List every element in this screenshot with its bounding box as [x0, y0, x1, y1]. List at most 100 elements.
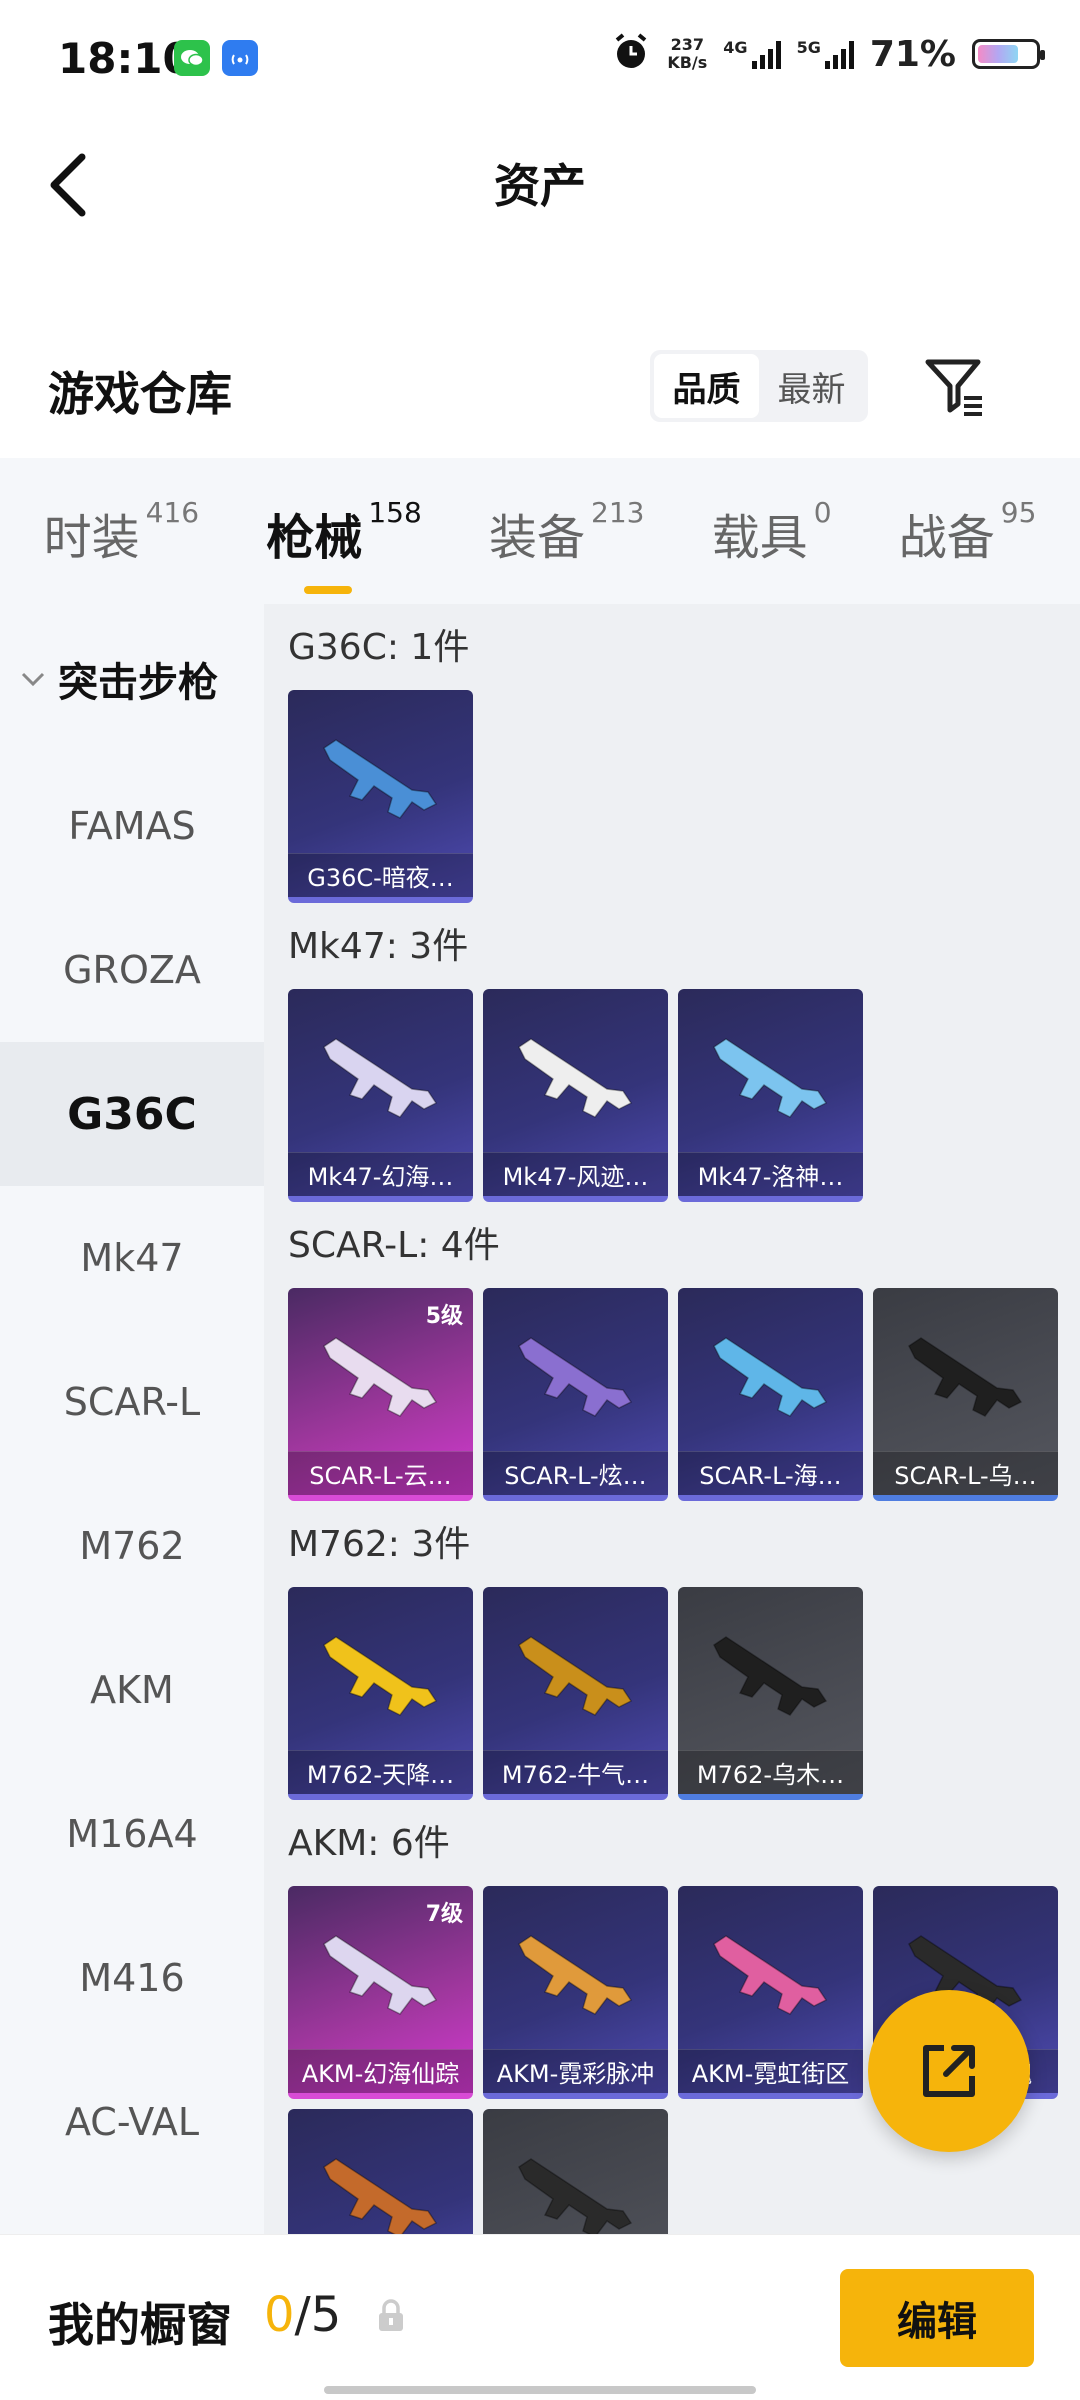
weapon-name: AKM-幻海仙踪 [288, 2049, 473, 2093]
tab-fashion[interactable]: 时装 416 [44, 494, 199, 568]
showcase-count: 0/5 [264, 2287, 342, 2343]
filter-button[interactable] [920, 352, 990, 422]
sidebar-item-g36c[interactable]: G36C [0, 1042, 264, 1186]
weapon-card[interactable] [483, 2109, 668, 2234]
tab-vehicles[interactable]: 载具 0 [712, 494, 832, 568]
rifle-icon [518, 1337, 633, 1417]
item-row: G36C-暗夜… [288, 690, 1080, 903]
weapon-card[interactable]: G36C-暗夜… [288, 690, 473, 903]
sort-quality[interactable]: 品质 [654, 354, 759, 418]
sidebar-item-scar-l[interactable]: SCAR-L [0, 1330, 264, 1474]
rifle-icon [713, 1038, 828, 1118]
weapon-card[interactable]: SCAR-L-炫… [483, 1288, 668, 1501]
item-row: Mk47-幻海… Mk47-风迹… Mk47-洛神… [288, 989, 1080, 1202]
wechat-icon [174, 40, 210, 76]
rifle-icon [518, 1636, 633, 1716]
weapon-card[interactable]: AKM-霓彩脉冲 [483, 1886, 668, 2099]
sidebar-item-groza[interactable]: GROZA [0, 898, 264, 1042]
showcase-label: 我的橱窗 [48, 2298, 232, 2352]
weapon-card[interactable]: SCAR-L-海… [678, 1288, 863, 1501]
filter-icon [925, 359, 982, 416]
hotspot-icon [222, 40, 258, 76]
rifle-icon [713, 1935, 828, 2015]
weapon-name: SCAR-L-炫… [483, 1451, 668, 1495]
weapon-name: Mk47-洛神… [678, 1152, 863, 1196]
rifle-icon [518, 1935, 633, 2015]
rifle-icon [323, 2158, 438, 2234]
weapon-name: M762-天降… [288, 1750, 473, 1794]
weapon-name: Mk47-幻海… [288, 1152, 473, 1196]
tab-underline [304, 586, 353, 594]
signal-icon: 4G [723, 39, 781, 69]
share-icon [923, 2045, 975, 2097]
edit-button[interactable]: 编辑 [840, 2269, 1034, 2367]
weapon-name: SCAR-L-云… [288, 1451, 473, 1495]
sidebar-item-m762[interactable]: M762 [0, 1474, 264, 1618]
weapon-card[interactable]: Mk47-洛神… [678, 989, 863, 1202]
sidebar-item-mk47[interactable]: Mk47 [0, 1186, 264, 1330]
tab-guns[interactable]: 枪械 158 [266, 494, 422, 594]
status-time: 18:10 [58, 34, 192, 83]
weapon-card[interactable]: AKM-霓虹街区 [678, 1886, 863, 2099]
warehouse-title: 游戏仓库 [48, 367, 232, 421]
rifle-icon [323, 1337, 438, 1417]
sidebar-item-ac-val[interactable]: AC-VAL [0, 2050, 264, 2194]
page-title: 资产 [494, 159, 586, 213]
weapon-card[interactable] [288, 2109, 473, 2234]
level-badge: 7级 [425, 1902, 463, 1927]
rifle-icon [323, 1935, 438, 2015]
weapon-card[interactable]: M762-天降… [288, 1587, 473, 1800]
section-title: Mk47: 3件 [288, 926, 469, 967]
alarm-icon [611, 32, 651, 76]
level-badge: 5级 [425, 1304, 463, 1329]
rifle-icon [518, 1038, 633, 1118]
section-title: AKM: 6件 [288, 1823, 450, 1864]
sidebar-group-assault-rifles[interactable]: 突击步枪 [0, 604, 264, 754]
rifle-icon [908, 1337, 1023, 1417]
item-row: M762-天降… M762-牛气… M762-乌木… [288, 1587, 1080, 1800]
rifle-icon [323, 1038, 438, 1118]
section-title: M762: 3件 [288, 1524, 471, 1565]
item-row: 5级 SCAR-L-云… SCAR-L-炫… SCAR-L-海… SCAR-L-乌… [288, 1288, 1080, 1501]
sidebar-item-m416[interactable]: M416 [0, 1906, 264, 2050]
rifle-icon [518, 2158, 633, 2234]
sort-latest[interactable]: 最新 [759, 354, 864, 418]
section-title: SCAR-L: 4件 [288, 1225, 500, 1266]
weapon-card[interactable]: 7级 AKM-幻海仙踪 [288, 1886, 473, 2099]
showcase-bar: 我的橱窗 0/5 编辑 [0, 2234, 1080, 2400]
tab-equipment[interactable]: 装备 213 [489, 494, 644, 568]
rifle-icon [713, 1636, 828, 1716]
weapon-name: SCAR-L-海… [678, 1451, 863, 1495]
battery-icon [972, 39, 1045, 69]
sort-toggle: 品质 最新 [650, 350, 868, 422]
section-title: G36C: 1件 [288, 627, 470, 668]
weapon-card[interactable]: Mk47-幻海… [288, 989, 473, 1202]
sidebar-item-akm[interactable]: AKM [0, 1618, 264, 1762]
battery-percent: 71% [869, 33, 956, 75]
home-indicator [324, 2386, 756, 2394]
weapon-card[interactable]: M762-牛气… [483, 1587, 668, 1800]
rifle-icon [323, 739, 438, 819]
share-button[interactable] [868, 1990, 1030, 2152]
weapon-name: M762-乌木… [678, 1750, 863, 1794]
signal-5g-icon: 5G [797, 39, 854, 69]
sidebar-item-famas[interactable]: FAMAS [0, 754, 264, 898]
weapon-name: SCAR-L-乌… [873, 1451, 1058, 1495]
weapon-card[interactable]: Mk47-风迹… [483, 989, 668, 1202]
rifle-icon [323, 1636, 438, 1716]
weapon-sidebar: 突击步枪 FAMAS GROZA G36C Mk47 SCAR-L M762 A… [0, 604, 264, 2234]
lock-icon [379, 2299, 403, 2331]
weapon-name: Mk47-风迹… [483, 1152, 668, 1196]
tab-supplies[interactable]: 战备 95 [899, 494, 1037, 568]
weapon-name: G36C-暗夜… [288, 853, 473, 897]
weapon-card[interactable]: 5级 SCAR-L-云… [288, 1288, 473, 1501]
weapon-name: M762-牛气… [483, 1750, 668, 1794]
status-bar: 18:10 237 KB/s 4G 5G 71% [0, 0, 1080, 120]
header: 资产 [0, 120, 1080, 240]
weapon-card[interactable]: SCAR-L-乌… [873, 1288, 1058, 1501]
sidebar-item-m16a4[interactable]: M16A4 [0, 1762, 264, 1906]
rifle-icon [713, 1337, 828, 1417]
chevron-down-icon [21, 672, 45, 687]
net-speed: 237 KB/s [667, 35, 708, 72]
weapon-card[interactable]: M762-乌木… [678, 1587, 863, 1800]
